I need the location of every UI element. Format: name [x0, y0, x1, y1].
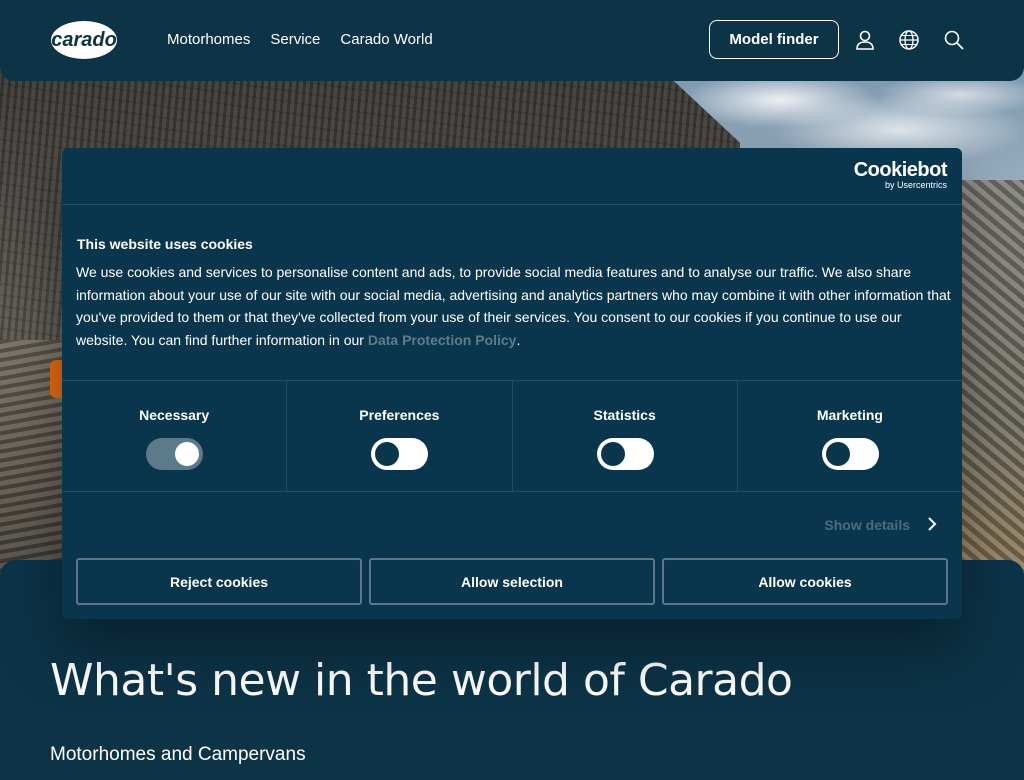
category-label: Preferences — [359, 407, 440, 423]
show-details-link[interactable]: Show details — [824, 517, 910, 533]
cookiebot-logo[interactable]: Cookiebot by Usercentrics — [853, 159, 948, 190]
dialog-header: Cookiebot by Usercentrics — [62, 148, 962, 205]
category-marketing: Marketing — [738, 381, 962, 491]
reject-cookies-button[interactable]: Reject cookies — [76, 558, 362, 605]
dialog-title: This website uses cookies — [77, 236, 253, 252]
preferences-toggle[interactable] — [371, 438, 429, 470]
cookiebot-brand-sub: by Usercentrics — [884, 180, 947, 190]
globe-icon[interactable] — [898, 29, 920, 51]
logo-text: carado — [51, 29, 117, 51]
category-necessary: Necessary — [62, 381, 288, 491]
allow-cookies-button[interactable]: Allow cookies — [662, 558, 948, 605]
nav-carado-world[interactable]: Carado World — [340, 31, 432, 48]
marketing-toggle[interactable] — [821, 438, 879, 470]
nav-motorhomes[interactable]: Motorhomes — [167, 31, 250, 48]
section-title: What's new in the world of Carado — [50, 655, 793, 706]
cookie-categories: Necessary Preferences Statistics Marketi… — [62, 380, 962, 492]
dialog-body-end: . — [516, 331, 521, 348]
cookie-consent-dialog: Cookiebot by Usercentrics This website u… — [62, 148, 962, 619]
category-label: Necessary — [139, 407, 210, 423]
nav-service[interactable]: Service — [270, 31, 320, 48]
necessary-toggle[interactable] — [146, 438, 204, 470]
section-subtitle[interactable]: Motorhomes and Campervans — [50, 744, 306, 766]
main-nav: Motorhomes Service Carado World — [167, 31, 433, 48]
chevron-right-icon[interactable] — [926, 516, 938, 532]
model-finder-button[interactable]: Model finder — [709, 20, 839, 59]
category-label: Statistics — [593, 407, 656, 423]
site-header: carado Motorhomes Service Carado World M… — [0, 0, 1024, 81]
carado-logo[interactable]: carado — [49, 19, 119, 61]
statistics-toggle[interactable] — [596, 438, 654, 470]
allow-selection-button[interactable]: Allow selection — [369, 558, 655, 605]
category-label: Marketing — [816, 407, 883, 423]
cookiebot-brand: Cookiebot — [853, 159, 948, 181]
user-icon[interactable] — [854, 29, 876, 51]
search-icon[interactable] — [943, 29, 965, 51]
category-statistics: Statistics — [513, 381, 738, 491]
dialog-body: We use cookies and services to personali… — [76, 261, 956, 351]
data-protection-link[interactable]: Data Protection Policy — [368, 332, 517, 348]
category-preferences: Preferences — [287, 381, 513, 491]
